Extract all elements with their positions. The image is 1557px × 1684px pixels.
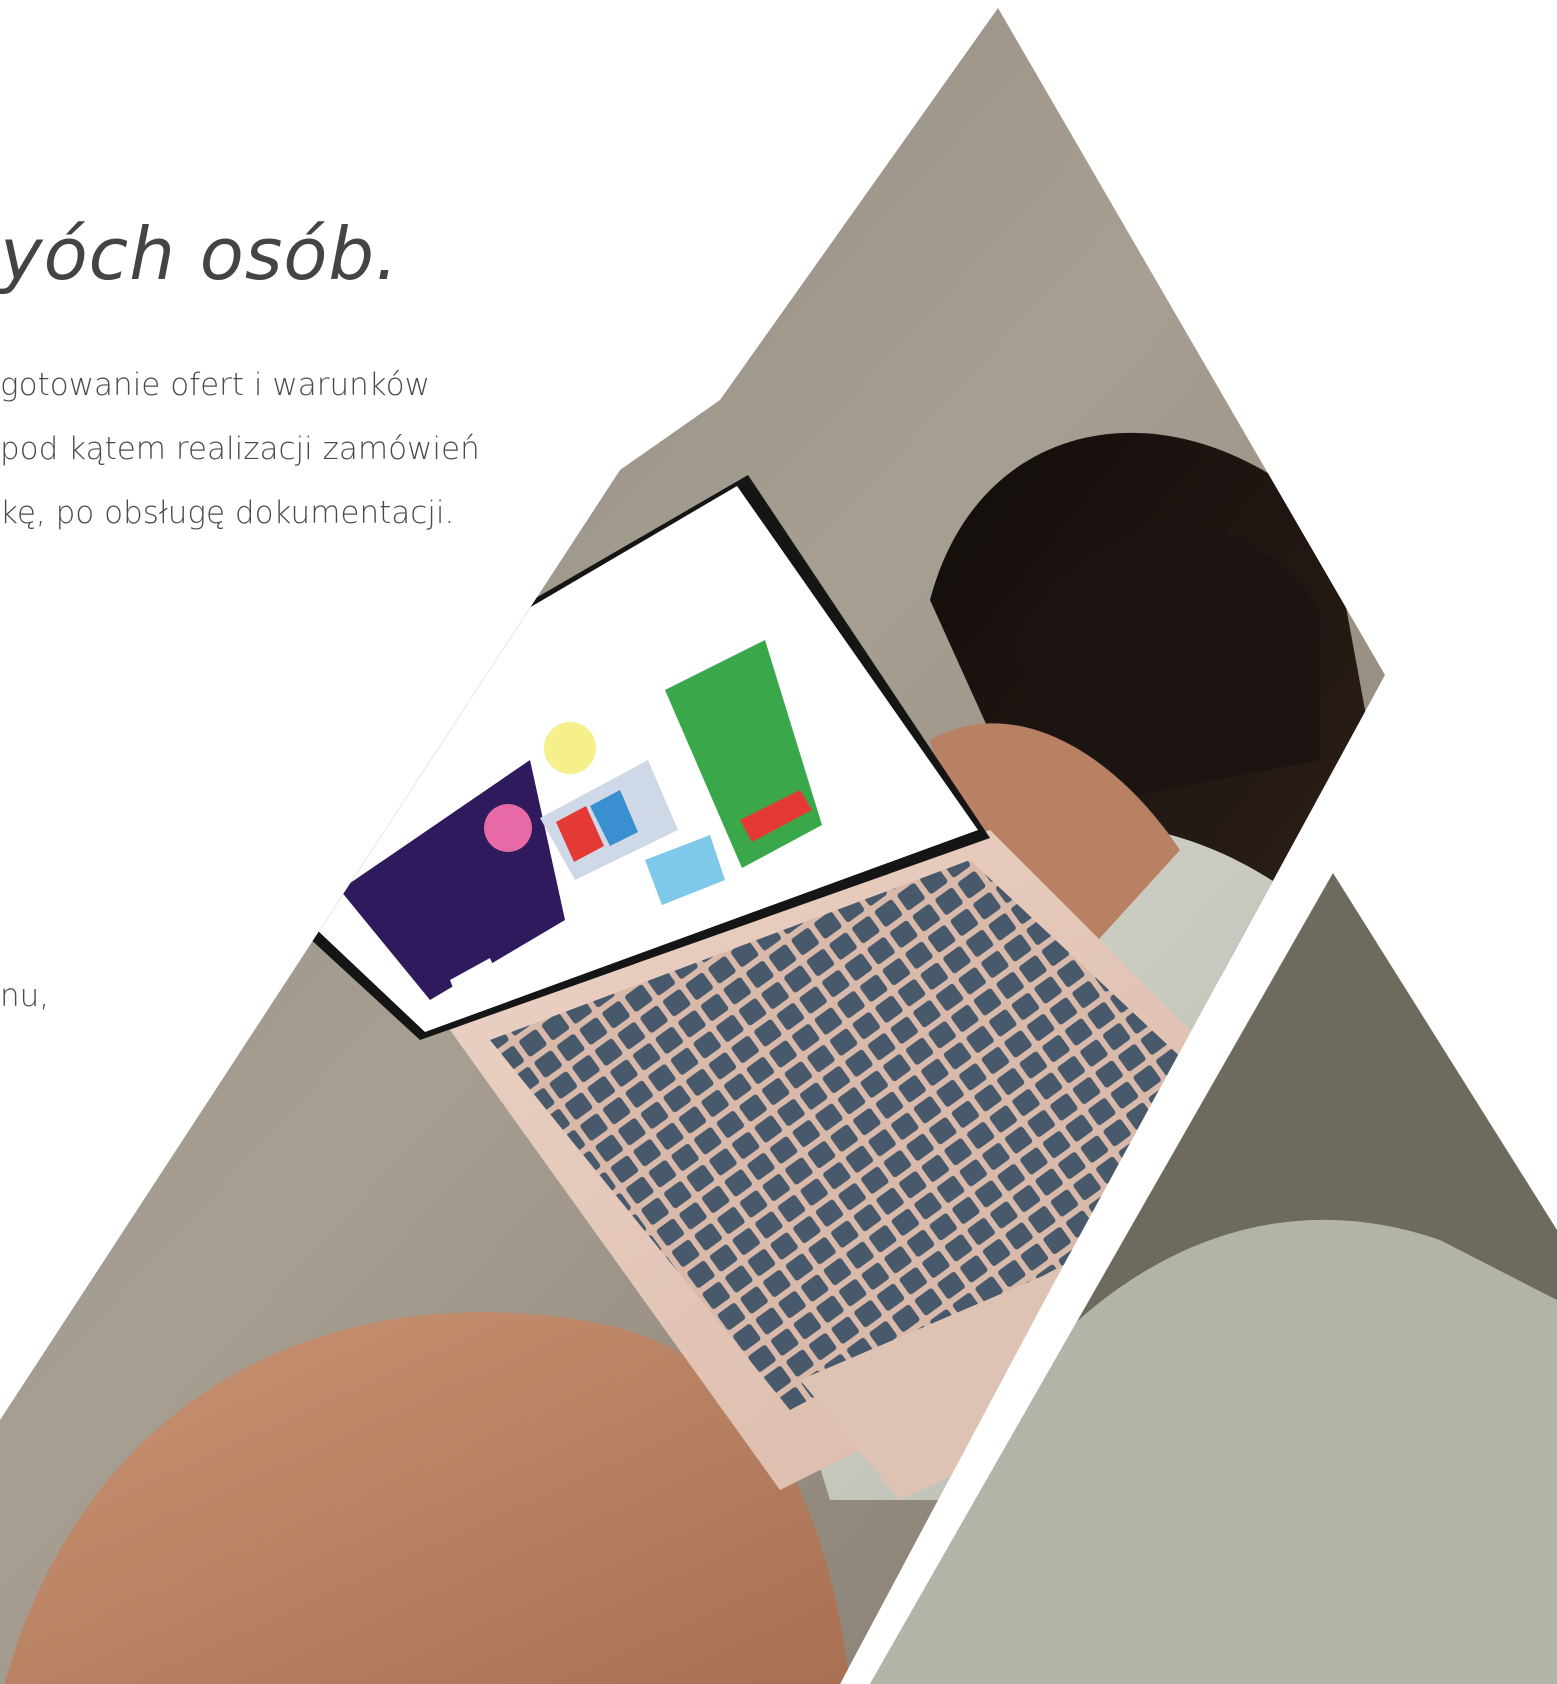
screen-brand-logo: ARTIM — [304, 795, 350, 831]
page: yóch osób. gotowanie ofert i warunków po… — [0, 0, 1557, 1684]
hero-illustration: ARTIM — [0, 8, 1557, 1684]
